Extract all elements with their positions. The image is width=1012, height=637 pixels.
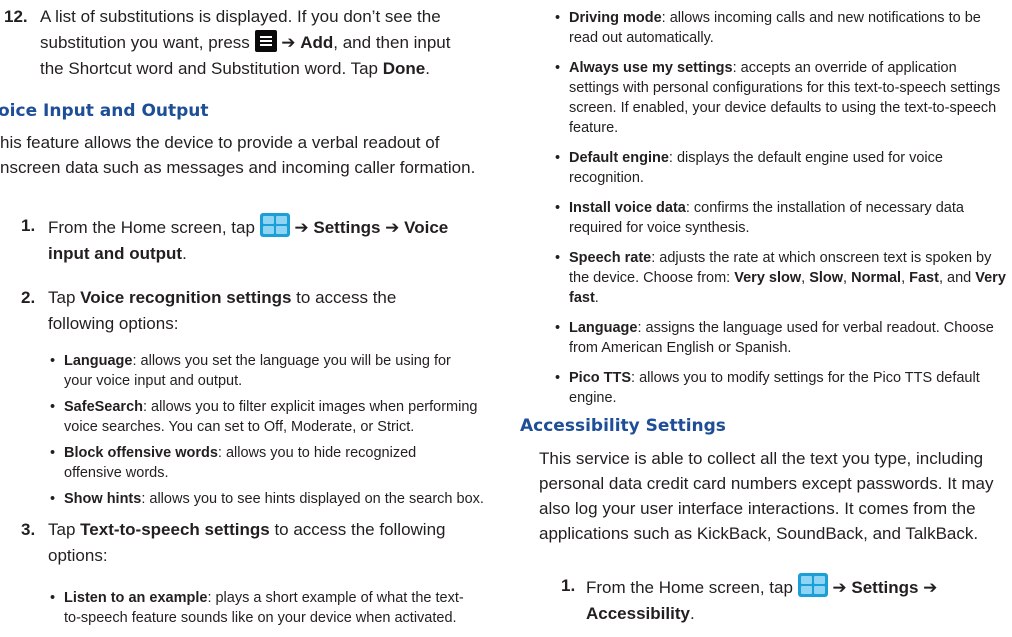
bullet-term: Always use my settings [569,60,733,76]
step-text: From the Home screen, tap [48,218,255,237]
bullet-default-engine: • Default engine: displays the default e… [555,148,995,188]
bullet-show-hints: • Show hints: allows you to see hints di… [50,489,486,509]
bullet-dot: • [50,399,56,415]
bullet-dot: • [50,445,56,461]
bullet-term: Speech rate [569,250,652,266]
step-text: Tap [48,520,76,539]
step-number: 1. [561,576,576,595]
arrow-icon: ➔ [832,578,847,597]
apps-icon [259,213,290,237]
bullet-dot: • [555,370,561,386]
bullet-desc: : allows you to see hints displayed on t… [141,491,484,507]
bullet-term: Pico TTS [569,370,632,386]
step-12: 12. A list of substitutions is displayed… [0,4,490,84]
section-heading-voice: oice Input and Output [0,101,209,121]
menu-icon [254,30,277,52]
bullet-term: Language [64,353,133,369]
bullet-desc: : allows you to modify settings for the … [569,370,980,406]
bullet-dot: • [555,200,561,216]
bullet-dot: • [555,150,561,166]
period: . [182,244,187,263]
bullet-pico-tts: • Pico TTS: allows you to modify setting… [555,368,995,408]
bullet-always-use-settings: • Always use my settings: accepts an ove… [555,58,1005,138]
section-heading-accessibility: Accessibility Settings [520,416,726,436]
arrow-icon: ➔ [923,578,938,597]
bullet-language-tts: • Language: assigns the language used fo… [555,318,995,358]
step-1: 1. From the Home screen, tap ➔ Settings … [0,213,490,269]
voice-recognition-settings-label: Voice recognition settings [80,288,292,307]
option-fast: Fast [909,270,939,286]
period: . [594,290,599,306]
period: . [425,59,430,78]
separator: , [843,270,848,286]
bullet-term: Install voice data [569,200,686,216]
separator: , [801,270,806,286]
bullet-install-voice-data: • Install voice data: confirms the insta… [555,198,995,238]
bullet-term: Block offensive words [64,445,218,461]
done-label: Done [382,59,426,78]
step-accessibility-1: 1. From the Home screen, tap ➔ Settings … [520,573,1012,629]
bullet-dot: • [555,60,561,76]
option-slow: Slow [809,270,844,286]
step-number: 12. [4,7,28,26]
apps-icon [797,573,828,597]
step-number: 1. [21,216,36,235]
bullet-dot: • [50,590,56,606]
settings-label: Settings [313,218,381,237]
bullet-term: Driving mode [569,10,662,26]
bullet-dot: • [50,353,56,369]
bullet-safesearch: • SafeSearch: allows you to filter expli… [50,397,480,437]
bullet-language: • Language: allows you set the language … [50,351,480,391]
arrow-icon: ➔ [294,218,309,237]
bullet-speech-rate: • Speech rate: adjusts the rate at which… [555,248,1011,308]
accessibility-paragraph: This service is able to collect all the … [539,449,994,543]
step-2: 2. Tap Voice recognition settings to acc… [0,285,490,341]
arrow-icon: ➔ [281,33,296,52]
option-normal: Normal [851,270,902,286]
tts-settings-label: Text-to-speech settings [80,520,270,539]
option-very-slow: Very slow [734,270,802,286]
add-label: Add [300,33,334,52]
bullet-dot: • [555,320,561,336]
bullet-dot: • [50,491,56,507]
bullet-term: Default engine [569,150,669,166]
settings-label: Settings [851,578,919,597]
bullet-term: Listen to an example [64,590,208,606]
step-number: 3. [21,520,36,539]
bullet-dot: • [555,250,561,266]
arrow-icon: ➔ [385,218,400,237]
step-3: 3. Tap Text-to-speech settings to access… [0,517,490,573]
bullet-term: SafeSearch [64,399,143,415]
bullet-term: Show hints [64,491,142,507]
voice-intro-paragraph: his feature allows the device to provide… [0,133,476,177]
period: . [689,604,695,623]
step-text: Tap [48,288,76,307]
step-text: From the Home screen, tap [586,578,793,597]
bullet-dot: • [555,10,561,26]
bullet-block-offensive-words: • Block offensive words: allows you to h… [50,443,480,483]
separator: , and [938,270,972,286]
bullet-driving-mode: • Driving mode: allows incoming calls an… [555,8,995,48]
bullet-term: Language [569,320,638,336]
separator: , [901,270,906,286]
step-number: 2. [21,288,36,307]
bullet-listen-example: • Listen to an example: plays a short ex… [50,588,480,628]
accessibility-label: Accessibility [586,604,690,623]
